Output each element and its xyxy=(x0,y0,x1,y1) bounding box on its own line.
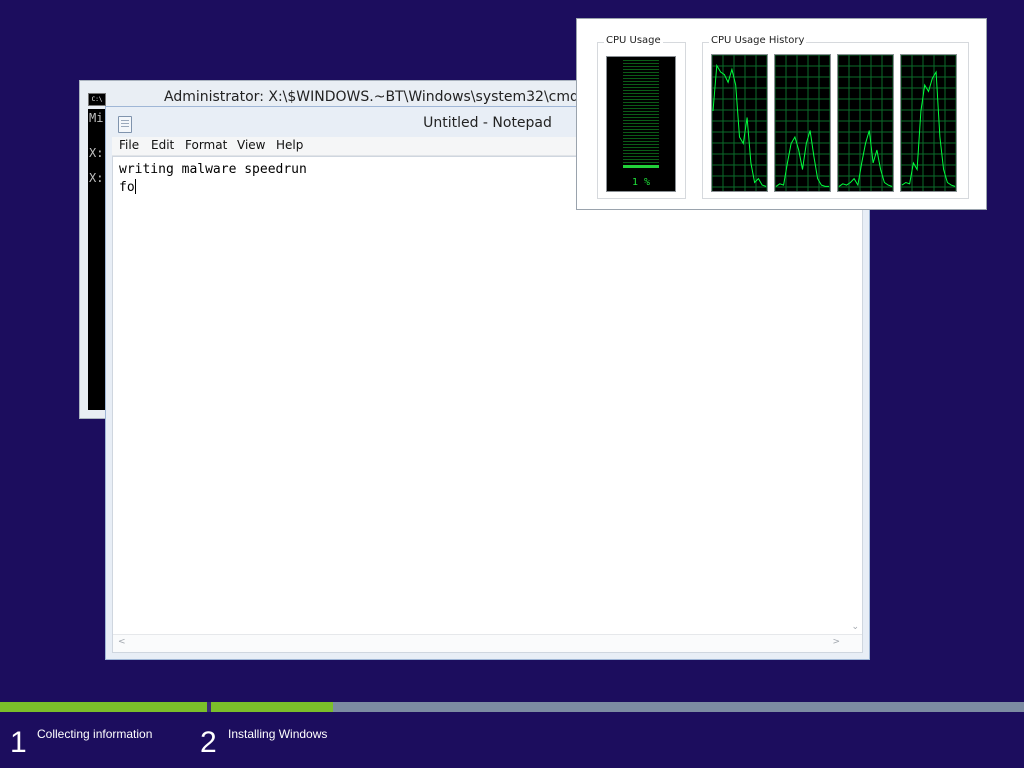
notepad-line: fo xyxy=(119,180,135,195)
notepad-line: writing malware speedrun xyxy=(119,162,307,177)
step-label-installing: Installing Windows xyxy=(228,727,328,741)
cpu-history-group: CPU Usage History xyxy=(702,35,969,199)
menu-view[interactable]: View xyxy=(237,138,265,152)
notepad-text-area[interactable]: writing malware speedrun fo ⌄ < > xyxy=(112,156,863,653)
cpu-history-plot xyxy=(901,55,956,191)
cpu-history-graph xyxy=(900,54,957,192)
cmd-icon: C:\ xyxy=(88,93,106,106)
cpu-usage-value: 1 % xyxy=(631,177,651,188)
cpu-history-graph xyxy=(711,54,768,192)
scroll-left-arrow-icon[interactable]: < xyxy=(118,637,126,647)
horizontal-scrollbar[interactable]: < > xyxy=(113,634,862,652)
menu-format[interactable]: Format xyxy=(185,138,227,152)
cpu-history-graph xyxy=(837,54,894,192)
step-label-collecting: Collecting information xyxy=(37,727,153,741)
cpu-history-line xyxy=(838,130,893,187)
cmd-line: X: xyxy=(89,146,104,160)
cpu-history-plot xyxy=(712,55,767,191)
step-number: 1 xyxy=(10,726,27,759)
cpu-monitor-widget: CPU Usage 1 % CPU Usage History xyxy=(576,18,987,210)
cmd-line: Mi xyxy=(89,111,104,125)
text-caret xyxy=(134,179,136,194)
cpu-history-line xyxy=(901,70,956,187)
setup-progress-bar xyxy=(0,702,1024,712)
step-number: 2 xyxy=(200,726,217,759)
progress-fill xyxy=(0,702,207,712)
cpu-usage-scale xyxy=(623,60,659,168)
cpu-history-line xyxy=(775,130,829,187)
menu-edit[interactable]: Edit xyxy=(151,138,174,152)
scroll-right-arrow-icon[interactable]: > xyxy=(832,637,840,647)
progress-segment-collecting xyxy=(0,702,207,712)
cpu-history-line xyxy=(712,63,767,187)
cpu-history-plot xyxy=(775,55,830,191)
notepad-content: writing malware speedrun fo xyxy=(119,161,307,197)
cpu-usage-group: CPU Usage 1 % xyxy=(597,35,686,199)
progress-fill xyxy=(211,702,333,712)
progress-segment-installing xyxy=(211,702,1024,712)
cpu-history-graph xyxy=(774,54,831,192)
cmd-line: X: xyxy=(89,171,104,185)
menu-file[interactable]: File xyxy=(119,138,139,152)
cpu-usage-label: CPU Usage xyxy=(604,35,663,46)
cmd-window-title: Administrator: X:\$WINDOWS.~BT\Windows\s… xyxy=(164,89,609,105)
menu-help[interactable]: Help xyxy=(276,138,303,152)
cpu-usage-meter: 1 % xyxy=(606,56,676,192)
cpu-usage-fill xyxy=(623,165,659,168)
scroll-down-arrow-icon[interactable]: ⌄ xyxy=(851,622,859,632)
cpu-history-plot xyxy=(838,55,893,191)
cpu-history-label: CPU Usage History xyxy=(709,35,807,46)
